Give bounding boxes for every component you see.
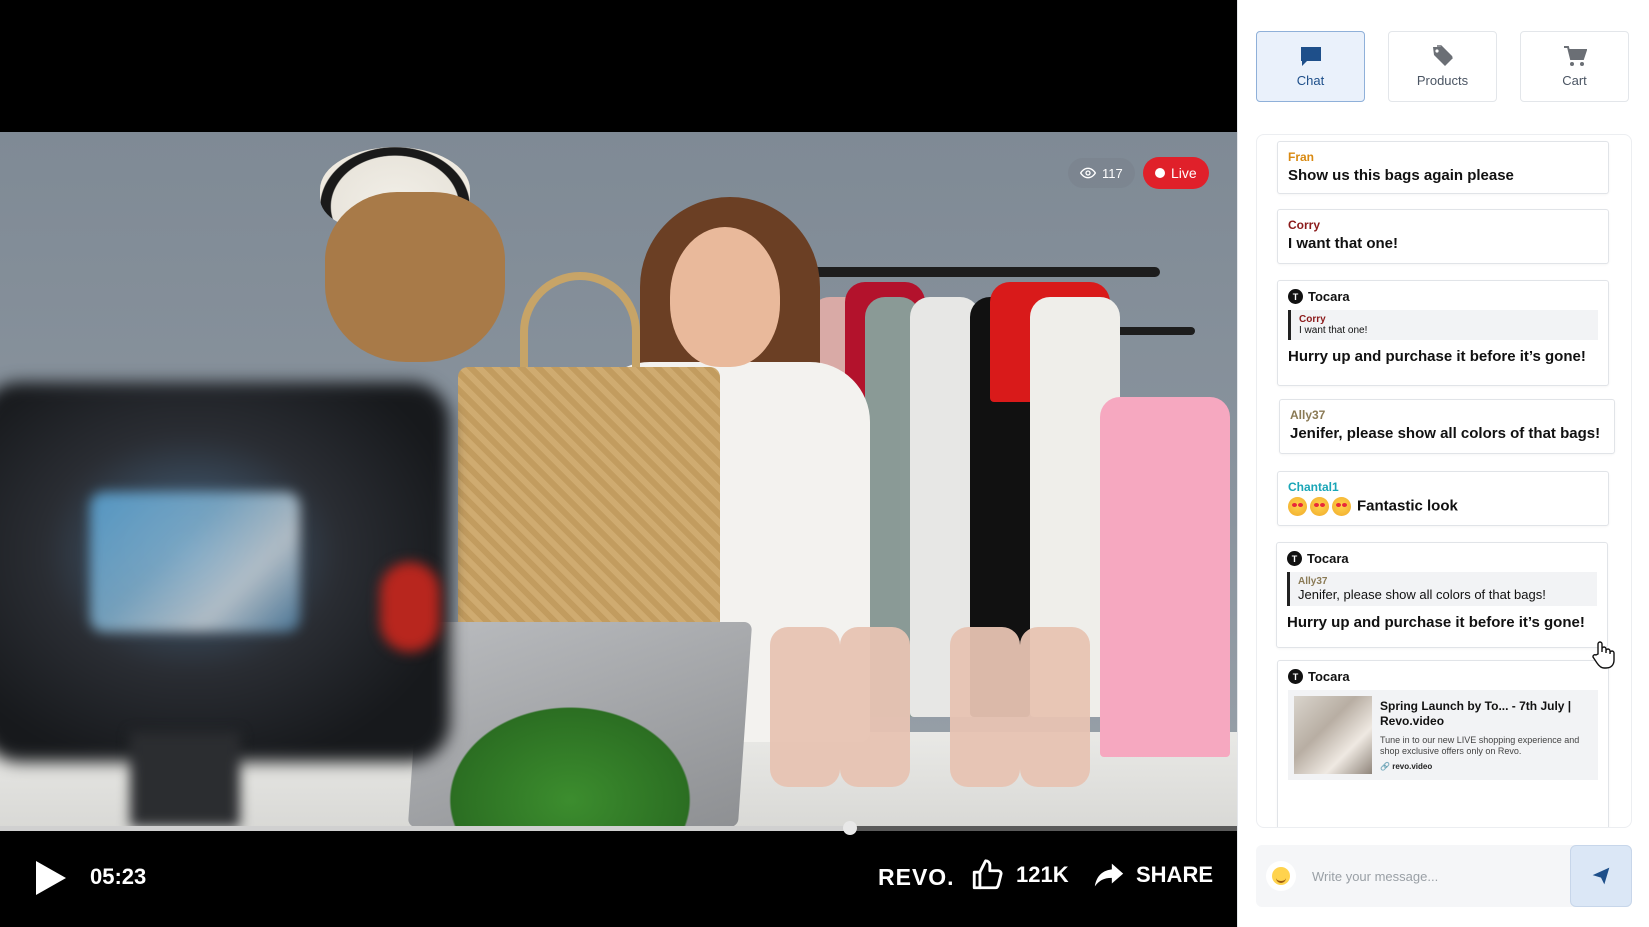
message-composer xyxy=(1256,845,1632,907)
scene-shoe xyxy=(770,627,840,787)
playback-time: 05:23 xyxy=(90,864,147,889)
share-arrow-icon xyxy=(1094,863,1124,887)
progress-bar[interactable] xyxy=(0,821,1237,835)
tag-icon xyxy=(1432,45,1453,66)
tab-cart-label: Cart xyxy=(1562,73,1587,88)
live-dot-icon xyxy=(1155,168,1165,178)
link-description: Tune in to our new LIVE shopping experie… xyxy=(1380,735,1580,756)
chat-host-reply: T Tocara Ally37 Jenifer, please show all… xyxy=(1276,542,1608,648)
send-button[interactable] xyxy=(1570,845,1632,907)
tab-products-label: Products xyxy=(1416,73,1469,88)
scene-shoe xyxy=(1020,627,1090,787)
scene-rack xyxy=(795,267,1160,277)
panel-tabs: Chat Products Cart xyxy=(1256,31,1629,102)
host-name: Tocara xyxy=(1308,669,1350,684)
share-button[interactable]: SHARE xyxy=(1092,858,1213,892)
chat-text: Hurry up and purchase it before it’s gon… xyxy=(1288,348,1586,365)
chat-host-header: T Tocara xyxy=(1288,289,1598,304)
live-badge: Live xyxy=(1143,157,1209,189)
chat-text: Show us this bags again please xyxy=(1288,167,1514,184)
hand-cursor-icon xyxy=(1592,641,1615,669)
link-url-row[interactable]: 🔗 revo.video xyxy=(1380,762,1592,771)
quoted-text: Jenifer, please show all colors of that … xyxy=(1298,587,1546,602)
link-info: Spring Launch by To... - 7th July | Revo… xyxy=(1380,696,1592,774)
heart-eyes-emoji-icon xyxy=(1310,497,1329,516)
link-icon: 🔗 xyxy=(1380,762,1390,771)
app-root: 117 Live 05:23 REVO. 121K SHARE Chat Pro… xyxy=(0,0,1649,927)
scene-camera-stand xyxy=(130,732,240,827)
tab-products[interactable]: Products xyxy=(1388,31,1497,102)
link-url: revo.video xyxy=(1392,762,1433,771)
share-label: SHARE xyxy=(1136,862,1214,887)
scene-shoe xyxy=(840,627,910,787)
viewer-count: 117 xyxy=(1102,165,1123,181)
quoted-username: Ally37 xyxy=(1298,576,1328,587)
tab-chat[interactable]: Chat xyxy=(1256,31,1365,102)
quoted-text: I want that one! xyxy=(1299,325,1368,336)
chat-feed[interactable]: Fran Show us this bags again please Corr… xyxy=(1256,134,1632,828)
scene-plant xyxy=(430,692,710,827)
host-avatar: T xyxy=(1288,669,1303,684)
player-controls: 05:23 REVO. 121K SHARE xyxy=(0,836,1237,927)
message-input[interactable] xyxy=(1312,863,1542,889)
chat-icon xyxy=(1300,47,1321,66)
cart-icon xyxy=(1563,46,1587,66)
tab-chat-label: Chat xyxy=(1296,73,1325,88)
video-player[interactable]: 117 Live 05:23 REVO. 121K SHARE xyxy=(0,0,1237,927)
chat-host-link: T Tocara Spring Launch by To... - 7th Ju… xyxy=(1277,660,1609,827)
link-title: Spring Launch by To... - 7th July | Revo… xyxy=(1380,699,1572,728)
thumbs-up-icon xyxy=(972,859,1003,890)
chat-host-reply: T Tocara Corry I want that one! Hurry up… xyxy=(1277,280,1609,386)
chat-host-header: T Tocara xyxy=(1287,551,1597,566)
host-name: Tocara xyxy=(1307,551,1349,566)
viewer-count-badge: 117 xyxy=(1068,158,1135,188)
side-panel: Chat Products Cart Fran Show us this bag… xyxy=(1237,0,1649,927)
like-count: 121K xyxy=(1016,862,1069,887)
brand-logo: REVO. xyxy=(878,864,955,890)
quoted-message: Corry I want that one! xyxy=(1288,310,1598,340)
emoji-group xyxy=(1288,497,1351,516)
link-preview-card[interactable]: Spring Launch by To... - 7th July | Revo… xyxy=(1288,690,1598,780)
live-label: Live xyxy=(1171,165,1197,181)
scene-host-face xyxy=(670,227,780,367)
video-frame[interactable] xyxy=(0,132,1237,827)
quoted-message: Ally37 Jenifer, please show all colors o… xyxy=(1287,572,1597,606)
chat-message: Corry I want that one! xyxy=(1277,209,1609,264)
link-thumbnail xyxy=(1294,696,1372,774)
host-avatar: T xyxy=(1288,289,1303,304)
progress-knob[interactable] xyxy=(842,821,857,835)
scene-camera-screen xyxy=(90,492,300,632)
chat-username: Corry xyxy=(1288,218,1321,232)
eye-icon xyxy=(1080,167,1096,179)
tab-cart[interactable]: Cart xyxy=(1520,31,1629,102)
chat-text: Hurry up and purchase it before it’s gon… xyxy=(1287,614,1585,631)
chat-text: Jenifer, please show all colors of that … xyxy=(1290,425,1601,442)
chat-username: Ally37 xyxy=(1290,408,1326,422)
heart-eyes-emoji-icon xyxy=(1288,497,1307,516)
chat-message: Chantal1 Fantastic look xyxy=(1277,471,1609,526)
play-icon[interactable] xyxy=(30,858,70,898)
chat-host-header: T Tocara xyxy=(1288,669,1598,684)
chat-username: Fran xyxy=(1288,150,1315,164)
scene-camera-accent xyxy=(380,562,440,652)
chat-message: Fran Show us this bags again please xyxy=(1277,141,1609,194)
chat-message: Ally37 Jenifer, please show all colors o… xyxy=(1279,399,1615,454)
chat-text: I want that one! xyxy=(1288,235,1398,252)
heart-eyes-emoji-icon xyxy=(1332,497,1351,516)
progress-fill xyxy=(0,826,850,831)
smiley-icon xyxy=(1272,867,1290,885)
scene-straw-hat xyxy=(325,192,505,362)
scene-shoe xyxy=(950,627,1020,787)
emoji-picker-button[interactable] xyxy=(1266,861,1296,891)
quoted-username: Corry xyxy=(1299,314,1326,325)
host-avatar: T xyxy=(1287,551,1302,566)
send-icon xyxy=(1592,867,1610,885)
chat-text: Fantastic look xyxy=(1357,497,1458,515)
chat-text-row: Fantastic look xyxy=(1288,497,1598,516)
scene-cloth xyxy=(1100,397,1230,757)
chat-username: Chantal1 xyxy=(1288,480,1339,494)
host-name: Tocara xyxy=(1308,289,1350,304)
like-button[interactable]: 121K xyxy=(970,858,1069,892)
